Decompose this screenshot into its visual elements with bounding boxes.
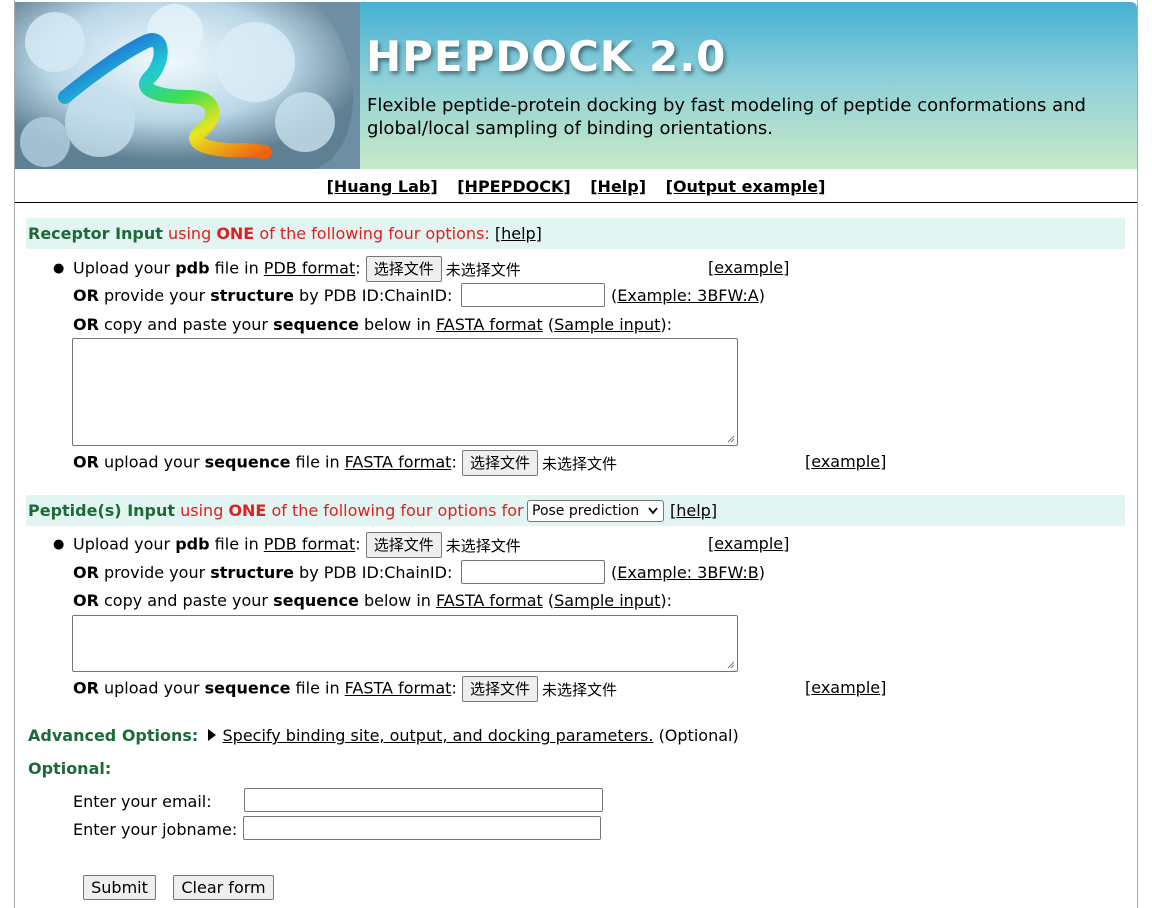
page-title: HPEPDOCK 2.0 (366, 32, 727, 81)
protein-structure-image (15, 2, 360, 169)
receptor-sequence-label: OR copy and paste your sequence below in… (73, 315, 673, 334)
optional-label: Optional: (28, 759, 112, 778)
peptide-pdb-example: [example] (708, 534, 790, 553)
nav-link-output-example[interactable]: [Output example] (666, 177, 826, 196)
submit-button[interactable]: Submit (83, 875, 156, 900)
nav-link-hpepdock[interactable]: [HPEPDOCK] (457, 177, 570, 196)
receptor-seq-example: [example] (805, 452, 887, 471)
receptor-pdb-choose-file-button[interactable]: 选择文件 (365, 256, 442, 282)
receptor-pdb-example-link[interactable]: example (714, 258, 783, 277)
receptor-title: Receptor Input (28, 224, 163, 243)
peptide-pdb-choose-file-button[interactable]: 选择文件 (365, 532, 442, 558)
nav-link-huang-lab[interactable]: [Huang Lab] (327, 177, 438, 196)
receptor-help-link[interactable]: help (501, 224, 536, 243)
jobname-field[interactable] (243, 816, 601, 840)
receptor-section-header: Receptor Input using ONE of the followin… (26, 218, 1125, 249)
peptide-seq-example: [example] (805, 678, 887, 697)
header-banner: HPEPDOCK 2.0 Flexible peptide-protein do… (15, 2, 1137, 169)
peptide-pdb-format-link[interactable]: PDB format (264, 535, 355, 554)
peptide-upload-pdb-row: Upload your pdb file in PDB format: 选择文件… (73, 532, 521, 558)
peptide-upload-sequence-row: OR upload your sequence file in FASTA fo… (73, 676, 617, 702)
receptor-desc: using ONE of the following four options: (168, 224, 490, 243)
email-field[interactable] (244, 788, 603, 812)
receptor-pdb-format-link[interactable]: PDB format (264, 259, 355, 278)
peptide-help-link[interactable]: help (676, 501, 711, 520)
resize-grip-icon (727, 435, 735, 443)
peptide-fasta-format-link[interactable]: FASTA format (436, 591, 543, 610)
receptor-pdbid-label: OR provide your structure by PDB ID:Chai… (73, 286, 453, 305)
nav-divider (15, 202, 1137, 203)
peptide-desc: using ONE of the following four options … (180, 501, 524, 520)
receptor-seq-no-file-text: 未选择文件 (541, 454, 617, 473)
peptide-seq-no-file-text: 未选择文件 (541, 680, 617, 699)
top-nav: [Huang Lab] [HPEPDOCK] [Help] [Output ex… (15, 177, 1137, 196)
receptor-pdbid-example: (Example: 3BFW:A) (611, 286, 765, 305)
advanced-options-row: Advanced Options: Specify binding site, … (28, 726, 739, 745)
email-label: Enter your email: (73, 792, 212, 811)
bullet-icon: ● (53, 537, 65, 552)
peptide-title: Peptide(s) Input (28, 501, 176, 520)
page-subtitle: Flexible peptide-protein docking by fast… (367, 95, 1086, 139)
peptide-sample-input-link[interactable]: Sample input (554, 591, 660, 610)
receptor-pdb-example: [example] (708, 258, 790, 277)
receptor-seq-fasta-format-link[interactable]: FASTA format (345, 453, 452, 472)
peptide-pdb-no-file-text: 未选择文件 (445, 536, 521, 555)
bullet-icon: ● (53, 261, 65, 276)
receptor-upload-pdb-row: Upload your pdb file in PDB format: 选择文件… (73, 256, 521, 282)
peptide-pdbid-example-link[interactable]: Example: 3BFW:B (617, 563, 759, 582)
nav-link-help[interactable]: [Help] (590, 177, 646, 196)
receptor-seq-choose-file-button[interactable]: 选择文件 (461, 450, 538, 476)
peptide-seq-fasta-format-link[interactable]: FASTA format (345, 679, 452, 698)
receptor-upload-sequence-row: OR upload your sequence file in FASTA fo… (73, 450, 617, 476)
resize-grip-icon (727, 661, 735, 669)
receptor-fasta-format-link[interactable]: FASTA format (436, 315, 543, 334)
disclosure-triangle-icon[interactable] (207, 728, 217, 742)
peptide-pdbid-example: (Example: 3BFW:B) (611, 563, 765, 582)
chevron-down-icon (648, 507, 658, 515)
advanced-optional-note: (Optional) (658, 726, 739, 745)
peptide-seq-example-link[interactable]: example (811, 678, 880, 697)
jobname-label: Enter your jobname: (73, 820, 238, 839)
receptor-pdbid-input[interactable] (461, 283, 605, 307)
clear-form-button[interactable]: Clear form (173, 875, 274, 900)
peptide-pdbid-label: OR provide your structure by PDB ID:Chai… (73, 563, 453, 582)
receptor-pdb-no-file-text: 未选择文件 (445, 260, 521, 279)
receptor-pdbid-example-link[interactable]: Example: 3BFW:A (617, 286, 758, 305)
peptide-help: [help] (670, 501, 718, 520)
peptide-sequence-label: OR copy and paste your sequence below in… (73, 591, 673, 610)
peptide-mode-select[interactable]: Pose prediction (527, 500, 664, 522)
receptor-sample-input-link[interactable]: Sample input (554, 315, 660, 334)
receptor-sequence-textarea[interactable] (72, 338, 738, 446)
peptide-seq-choose-file-button[interactable]: 选择文件 (461, 676, 538, 702)
advanced-options-link[interactable]: Specify binding site, output, and dockin… (223, 726, 654, 745)
peptide-sequence-textarea[interactable] (72, 615, 738, 672)
peptide-pdb-example-link[interactable]: example (714, 534, 783, 553)
receptor-seq-example-link[interactable]: example (811, 452, 880, 471)
advanced-options-label: Advanced Options: (28, 726, 199, 745)
peptide-pdbid-input[interactable] (461, 560, 605, 584)
